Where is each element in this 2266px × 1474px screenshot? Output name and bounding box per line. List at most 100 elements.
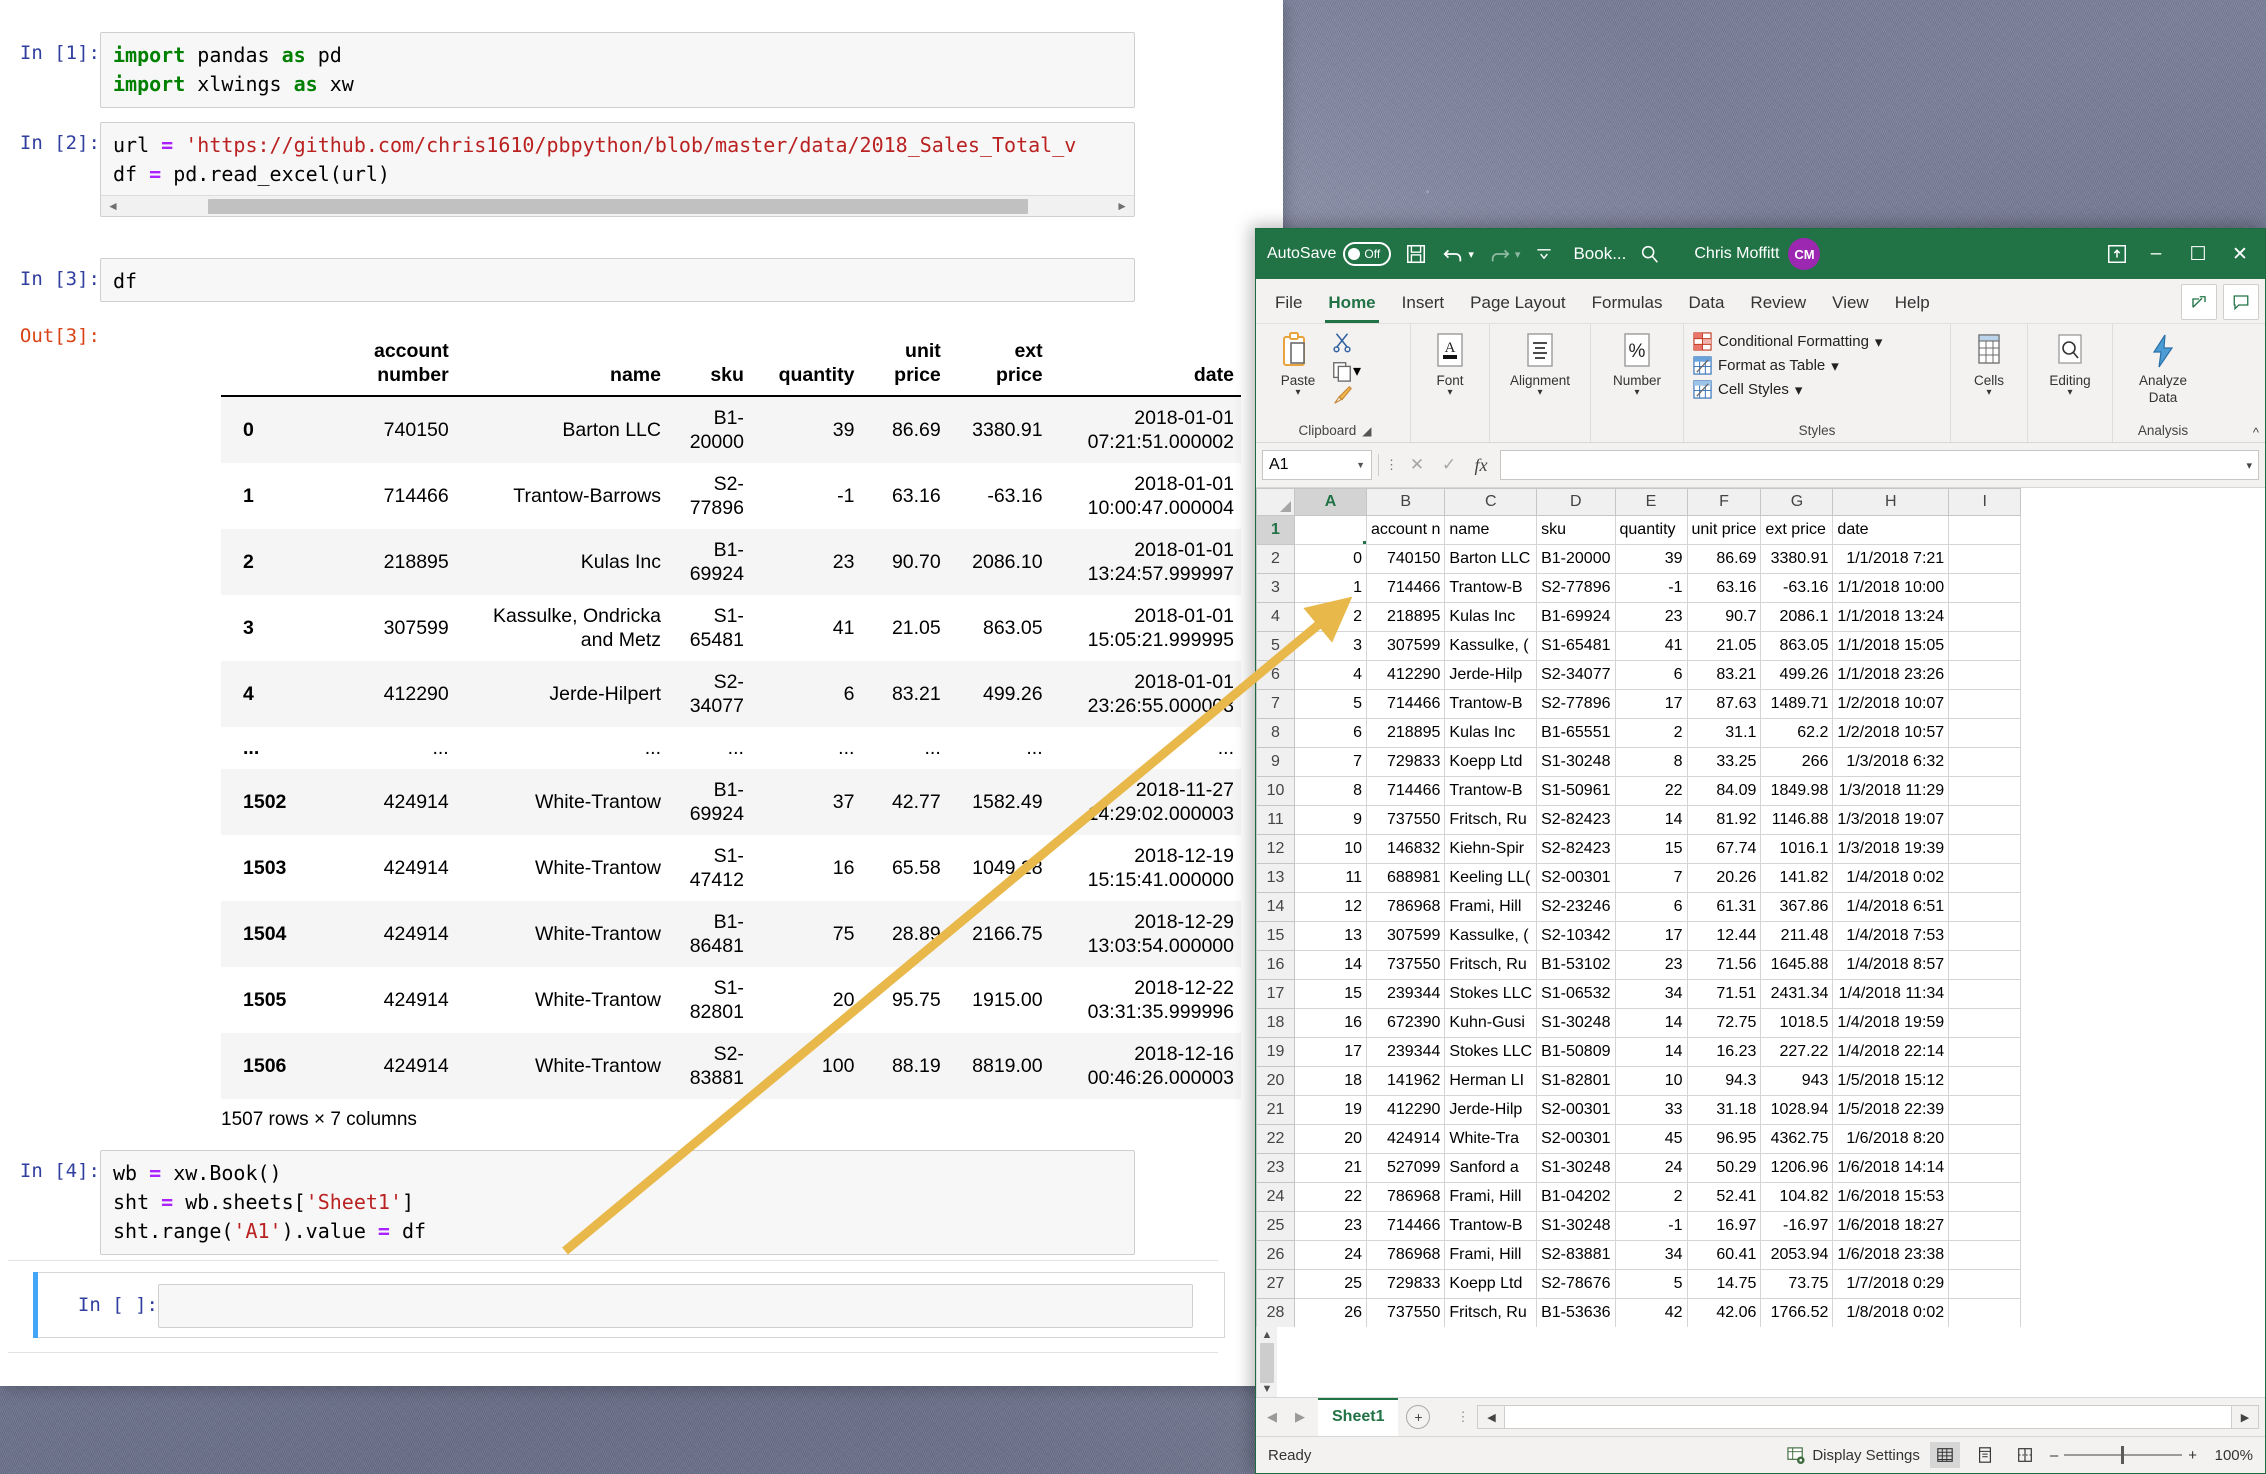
cell-E3[interactable]: -1 xyxy=(1614,573,1688,603)
formula-bar-row[interactable]: A1 ▼ ⋮ ✕ ✓ fx ▾ xyxy=(1256,443,2265,488)
cell-E21[interactable]: 33 xyxy=(1614,1095,1688,1125)
cell-A19[interactable]: 17 xyxy=(1294,1037,1367,1067)
cell-C19[interactable]: Stokes LLC xyxy=(1444,1037,1538,1067)
tab-formulas[interactable]: Formulas xyxy=(1579,283,1676,323)
cell-G28[interactable]: 1766.52 xyxy=(1760,1298,1834,1327)
cell-C14[interactable]: Frami, Hill xyxy=(1444,892,1538,922)
row-header-8[interactable]: 8 xyxy=(1256,718,1295,748)
format-as-table-chevron-down-icon[interactable]: ▾ xyxy=(1831,357,1839,375)
notebook-cell-2[interactable]: In [2]: url = 'https://github.com/chris1… xyxy=(0,122,1250,217)
cell-E22[interactable]: 45 xyxy=(1614,1124,1688,1154)
cell-E13[interactable]: 7 xyxy=(1614,863,1688,893)
format-painter-button[interactable] xyxy=(1331,384,1361,411)
format-as-table-button[interactable]: Format as Table ▾ xyxy=(1693,356,1882,375)
cell-B21[interactable]: 412290 xyxy=(1365,1095,1446,1125)
collapse-ribbon-icon[interactable]: ^ xyxy=(2253,425,2259,440)
cell-A1[interactable] xyxy=(1294,515,1367,545)
cell-B16[interactable]: 737550 xyxy=(1365,950,1446,980)
cell-styles-button[interactable]: Cell Styles ▾ xyxy=(1693,380,1882,399)
row-header-9[interactable]: 9 xyxy=(1256,747,1295,777)
cell-G13[interactable]: 141.82 xyxy=(1760,863,1834,893)
cell-G22[interactable]: 4362.75 xyxy=(1760,1124,1834,1154)
cell-D16[interactable]: B1-53102 xyxy=(1536,950,1616,980)
cell-H1[interactable]: date xyxy=(1832,515,1950,545)
cell-E6[interactable]: 6 xyxy=(1614,660,1688,690)
cell-B20[interactable]: 141962 xyxy=(1365,1066,1446,1096)
sheet-tab-bar[interactable]: ◀ ▶ Sheet1 + ⋮ ◀ ▶ xyxy=(1256,1397,2265,1436)
cell-I19[interactable] xyxy=(1948,1037,2022,1067)
cell-I4[interactable] xyxy=(1948,602,2022,632)
cell-I28[interactable] xyxy=(1948,1298,2022,1327)
cell-D6[interactable]: S2-34077 xyxy=(1536,660,1616,690)
cell-G3[interactable]: -63.16 xyxy=(1760,573,1834,603)
vertical-scroll-thumb[interactable] xyxy=(1260,1343,1274,1383)
cell-E1[interactable]: quantity xyxy=(1614,515,1688,545)
spreadsheet-row[interactable]: 23 21 527099 Sanford a S1-30248 24 50.29 1206.9… xyxy=(1256,1153,2022,1183)
cell-I9[interactable] xyxy=(1948,747,2022,777)
zoom-in-button[interactable]: + xyxy=(2188,1447,2197,1464)
cell-D13[interactable]: S2-00301 xyxy=(1536,863,1616,893)
cell-B10[interactable]: 714466 xyxy=(1365,776,1446,806)
tab-view[interactable]: View xyxy=(1819,283,1882,323)
cell-F6[interactable]: 83.21 xyxy=(1686,660,1762,690)
cell-C26[interactable]: Frami, Hill xyxy=(1444,1240,1538,1270)
excel-window[interactable]: AutoSave Off ▾ ▾ Book... Chris Moffitt C… xyxy=(1255,228,2266,1474)
cell-D27[interactable]: S2-78676 xyxy=(1536,1269,1616,1299)
cell-A15[interactable]: 13 xyxy=(1294,921,1367,951)
spreadsheet-row[interactable]: 12 10 146832 Kiehn-Spir S2-82423 15 67.74 1016.… xyxy=(1256,834,2022,864)
cell-G6[interactable]: 499.26 xyxy=(1760,660,1834,690)
notebook-cell-3[interactable]: In [3]: df xyxy=(0,258,1250,302)
cell-B2[interactable]: 740150 xyxy=(1365,544,1446,574)
tab-data[interactable]: Data xyxy=(1676,283,1738,323)
cell-C21[interactable]: Jerde-Hilp xyxy=(1444,1095,1538,1125)
cell-A28[interactable]: 26 xyxy=(1294,1298,1367,1327)
col-header-C[interactable]: C xyxy=(1444,488,1538,516)
cell-A16[interactable]: 14 xyxy=(1294,950,1367,980)
cell-D25[interactable]: S1-30248 xyxy=(1536,1211,1616,1241)
spreadsheet-row[interactable]: 1 account n name sku quantity unit price ext p… xyxy=(1256,515,2022,545)
cell-H12[interactable]: 1/3/2018 19:39 xyxy=(1832,834,1950,864)
zoom-out-button[interactable]: – xyxy=(2050,1447,2058,1464)
cell-A10[interactable]: 8 xyxy=(1294,776,1367,806)
col-header-G[interactable]: G xyxy=(1760,488,1834,516)
cell-I6[interactable] xyxy=(1948,660,2022,690)
spreadsheet-row[interactable]: 7 5 714466 Trantow-B S2-77896 17 87.63 1489.71 1… xyxy=(1256,689,2022,719)
name-box[interactable]: A1 ▼ xyxy=(1262,450,1372,480)
vertical-scrollbar[interactable]: ▲ ▼ xyxy=(1256,1327,1277,1397)
autosave-toggle[interactable]: Off xyxy=(1343,242,1392,266)
cell-H3[interactable]: 1/1/2018 10:00 xyxy=(1832,573,1950,603)
user-name[interactable]: Chris Moffitt xyxy=(1694,245,1779,263)
redo-button[interactable]: ▾ xyxy=(1481,236,1528,272)
spreadsheet-row[interactable]: 26 24 786968 Frami, Hill S2-83881 34 60.41 2053… xyxy=(1256,1240,2022,1270)
cell-E25[interactable]: -1 xyxy=(1614,1211,1688,1241)
cell-H28[interactable]: 1/8/2018 0:02 xyxy=(1832,1298,1950,1327)
cell-G17[interactable]: 2431.34 xyxy=(1760,979,1834,1009)
cell-3-input[interactable]: df xyxy=(100,258,1135,302)
cell-G24[interactable]: 104.82 xyxy=(1760,1182,1834,1212)
cell-D2[interactable]: B1-20000 xyxy=(1536,544,1616,574)
spreadsheet-row[interactable]: 5 3 307599 Kassulke, (S1-65481 41 21.05 863.05… xyxy=(1256,631,2022,661)
cell-H25[interactable]: 1/6/2018 18:27 xyxy=(1832,1211,1950,1241)
cell-G16[interactable]: 1645.88 xyxy=(1760,950,1834,980)
cell-D11[interactable]: S2-82423 xyxy=(1536,805,1616,835)
row-header-3[interactable]: 3 xyxy=(1256,573,1295,603)
cell-C23[interactable]: Sanford a xyxy=(1444,1153,1538,1183)
cell-E26[interactable]: 34 xyxy=(1614,1240,1688,1270)
analyze-data-button[interactable]: Analyze Data xyxy=(2122,329,2204,405)
cell-G2[interactable]: 3380.91 xyxy=(1760,544,1834,574)
cell-A14[interactable]: 12 xyxy=(1294,892,1367,922)
cell-D21[interactable]: S2-00301 xyxy=(1536,1095,1616,1125)
formula-input[interactable]: ▾ xyxy=(1500,450,2259,480)
undo-button[interactable]: ▾ xyxy=(1434,236,1481,272)
cell-D5[interactable]: S1-65481 xyxy=(1536,631,1616,661)
cell-G18[interactable]: 1018.5 xyxy=(1760,1008,1834,1038)
spreadsheet-row[interactable]: 10 8 714466 Trantow-B S1-50961 22 84.09 1849.98… xyxy=(1256,776,2022,806)
split-handle-icon[interactable]: ⋮ xyxy=(1448,1409,1477,1425)
cell-D12[interactable]: S2-82423 xyxy=(1536,834,1616,864)
row-header-18[interactable]: 18 xyxy=(1256,1008,1295,1038)
tab-page-layout[interactable]: Page Layout xyxy=(1457,283,1578,323)
cell-G23[interactable]: 1206.96 xyxy=(1760,1153,1834,1183)
cell-D23[interactable]: S1-30248 xyxy=(1536,1153,1616,1183)
spreadsheet-row[interactable]: 15 13 307599 Kassulke, (S2-10342 17 12.44 211.… xyxy=(1256,921,2022,951)
cell-G7[interactable]: 1489.71 xyxy=(1760,689,1834,719)
